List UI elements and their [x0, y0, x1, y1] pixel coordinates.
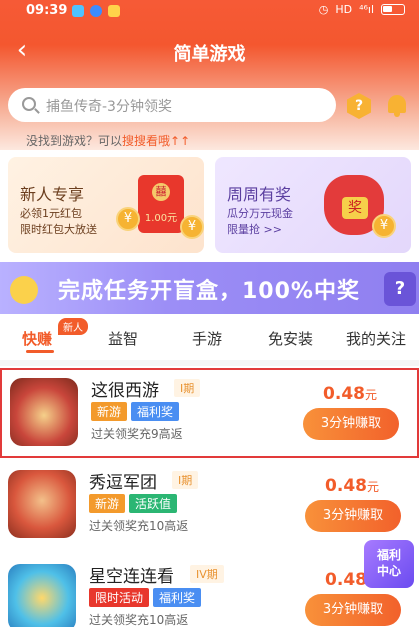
game-tag: 新游	[89, 494, 126, 513]
game-desc: 过关领奖充10高返	[89, 519, 189, 533]
hd-icon: HD	[335, 3, 353, 16]
game-tag: 限时活动	[89, 588, 150, 607]
page-title: 简单游戏	[173, 44, 246, 65]
coin-icon: ¥	[180, 215, 204, 239]
game-row[interactable]: 这很西游 I期 新游 福利奖 过关领奖充9高返 0.48元 3分钟赚取	[0, 368, 419, 458]
earn-button[interactable]: 3分钟赚取	[305, 594, 401, 626]
new-user-badge: 新人	[58, 318, 88, 335]
search-input[interactable]: 捕鱼传奇-3分钟领奖	[8, 88, 336, 122]
header-background	[0, 0, 419, 150]
status-bar: 09:39 ◷ HD ⁴⁶ıl	[0, 0, 419, 22]
search-more-link[interactable]: 搜搜看哦	[122, 134, 170, 148]
game-tag: 福利奖	[131, 402, 180, 421]
game-period: IV期	[190, 565, 224, 583]
game-name: 这很西游	[91, 381, 159, 401]
earn-button[interactable]: 3分钟赚取	[305, 500, 401, 532]
game-period: I期	[174, 379, 201, 397]
welfare-center-button[interactable]: 福利 中心	[364, 540, 414, 588]
app-notification-icon	[108, 5, 120, 17]
promo-line: 限量抢 >>	[227, 223, 282, 236]
game-name: 秀逗军团	[89, 473, 157, 493]
status-time: 09:39	[26, 3, 68, 18]
game-reward: 0.48元	[323, 384, 377, 404]
blind-box-banner[interactable]: 完成任务开盲盒，100%中奖 ?	[0, 262, 419, 314]
tab-yizhi[interactable]: 益智	[108, 328, 138, 349]
promo-card-newcomer[interactable]: 新人专享 必领1元红包 限时红包大放送 囍 1.00元 ¥ ¥	[8, 157, 204, 253]
tab-kuaizhuan[interactable]: 快赚	[22, 328, 52, 349]
tab-my-follow[interactable]: 我的关注	[346, 328, 406, 349]
game-tag: 新游	[91, 402, 128, 421]
welfare-line: 福利	[376, 548, 401, 562]
search-icon	[22, 97, 36, 111]
mystery-box-icon: ?	[384, 272, 416, 306]
signal-icon: ⁴⁶ıl	[359, 3, 374, 16]
game-icon	[10, 378, 78, 446]
search-hint: 没找到游戏？可以搜搜看哦↑↑	[26, 132, 190, 149]
promo-line: 必领1元红包	[20, 207, 82, 220]
app-notification-icon	[90, 5, 102, 17]
banner-text: 完成任务开盲盒，100%中奖	[58, 279, 360, 304]
game-icon	[8, 564, 76, 627]
game-tag: 福利奖	[153, 588, 202, 607]
nav-bar: ‹ 简单游戏	[0, 30, 419, 74]
promo-title: 周周有奖	[227, 185, 292, 204]
game-desc: 过关领奖充9高返	[91, 427, 183, 441]
earn-button[interactable]: 3分钟赚取	[303, 408, 399, 440]
game-row[interactable]: 秀逗军团 I期 新游 活跃值 过关领奖充10高返 0.48元 3分钟赚取	[0, 462, 419, 552]
tab-mianan[interactable]: 免安装	[268, 328, 313, 349]
alarm-icon: ◷	[318, 3, 329, 16]
game-tag: 活跃值	[129, 494, 178, 513]
promo-line: 限时红包大放送	[20, 223, 97, 236]
game-row[interactable]: 星空连连看 IV期 限时活动 福利奖 过关领奖充10高返 0.48元 3分钟赚取	[0, 556, 419, 627]
welfare-line: 中心	[376, 564, 401, 578]
promo-title: 新人专享	[20, 185, 85, 204]
promo-line: 瓜分万元现金	[227, 207, 293, 220]
active-tab-indicator	[26, 350, 54, 353]
app-notification-icon	[72, 5, 84, 17]
search-placeholder: 捕鱼传奇-3分钟领奖	[46, 99, 172, 115]
game-reward: 0.48元	[325, 476, 379, 496]
game-desc: 过关领奖充10高返	[89, 613, 189, 627]
star-icon	[10, 276, 38, 304]
tab-shouyou[interactable]: 手游	[192, 328, 222, 349]
divider	[0, 360, 419, 366]
coin-icon: ¥	[372, 214, 396, 238]
game-icon	[8, 470, 76, 538]
notification-bell-icon[interactable]	[386, 92, 408, 118]
game-period: I期	[172, 471, 199, 489]
prize-label: 奖	[342, 197, 368, 219]
coin-icon: ¥	[116, 207, 140, 231]
red-envelope-icon: 囍 1.00元	[138, 175, 184, 233]
envelope-seal: 囍	[152, 183, 170, 201]
battery-icon	[381, 4, 405, 15]
hint-text: 没找到游戏？可以	[26, 134, 123, 148]
envelope-amount: 1.00元	[144, 213, 178, 224]
up-arrows-icon: ↑↑	[170, 134, 191, 148]
game-name: 星空连连看	[89, 567, 174, 587]
